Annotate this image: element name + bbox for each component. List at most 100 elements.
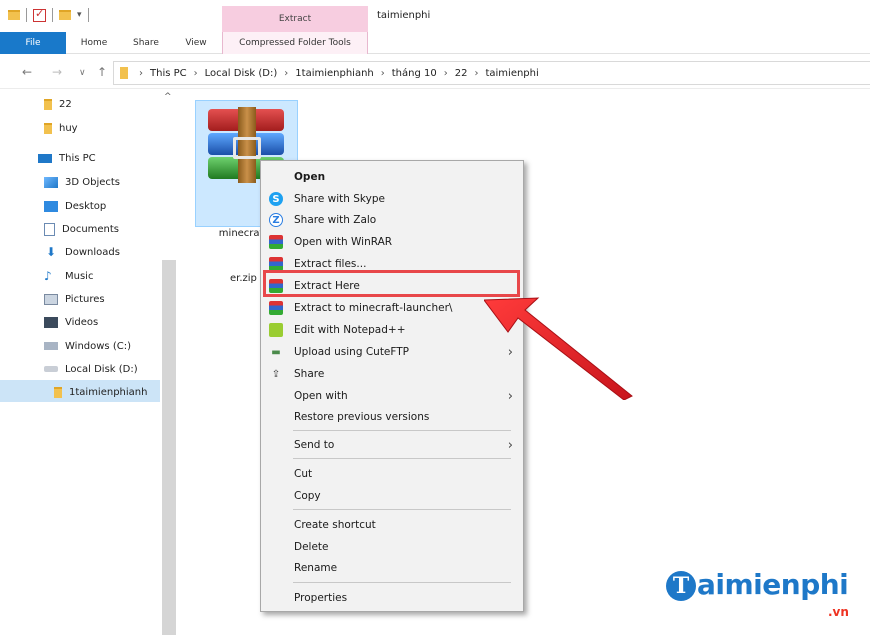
watermark-suffix: .vn	[828, 605, 849, 619]
nav-item-pictures[interactable]: Pictures	[44, 289, 105, 309]
menu-item-rename[interactable]: Rename	[261, 557, 523, 579]
properties-icon[interactable]	[33, 7, 46, 22]
breadcrumb-taimienphi[interactable]: taimienphi	[485, 68, 538, 79]
back-arrow-icon[interactable]: ←	[22, 65, 32, 79]
folder-icon	[44, 122, 52, 134]
nav-item-music[interactable]: ♪ Music	[44, 266, 93, 286]
menu-item-label: Restore previous versions	[294, 411, 430, 423]
new-folder-icon[interactable]	[59, 10, 71, 20]
menu-item-label: Copy	[294, 490, 321, 502]
scrollbar-track[interactable]	[162, 260, 176, 635]
red-pointer-arrow	[484, 297, 633, 400]
nav-item-videos[interactable]: Videos	[44, 312, 98, 332]
up-arrow-icon[interactable]: ↑	[97, 65, 107, 79]
recent-locations-chevron-icon[interactable]: ∨	[79, 68, 86, 78]
menu-item-share-with-skype[interactable]: S Share with Skype	[261, 188, 523, 210]
menu-item-label: Open with	[294, 390, 348, 402]
address-path-box[interactable]: › This PC › Local Disk (D:) › 1taimienph…	[113, 61, 870, 85]
nav-item-downloads[interactable]: ⬇ Downloads	[44, 242, 120, 262]
cuteftp-icon: ▬	[271, 346, 281, 358]
menu-item-cut[interactable]: Cut	[261, 463, 523, 485]
drive-icon	[44, 366, 58, 372]
computer-icon	[38, 153, 52, 163]
scroll-up-icon[interactable]: ^	[164, 92, 172, 102]
3d-objects-icon	[44, 176, 58, 188]
menu-item-label: Properties	[294, 592, 348, 604]
menu-item-delete[interactable]: Delete	[261, 536, 523, 558]
winrar-buckle	[233, 137, 261, 159]
zalo-icon: Z	[269, 213, 283, 227]
menu-item-properties[interactable]: Properties	[261, 587, 523, 609]
menu-item-label: Share with Skype	[294, 193, 385, 205]
menu-item-open[interactable]: Open	[261, 166, 523, 188]
videos-icon	[44, 316, 58, 328]
menu-item-label: Share with Zalo	[294, 214, 377, 226]
nav-item-3d-objects[interactable]: 3D Objects	[44, 172, 120, 192]
menu-divider	[293, 509, 511, 510]
customize-quick-access-icon[interactable]: ▾	[77, 10, 82, 20]
chevron-right-icon[interactable]: ›	[284, 68, 288, 79]
nav-item-windows-c[interactable]: Windows (C:)	[44, 336, 131, 356]
folder-icon[interactable]	[8, 10, 20, 20]
share-icon: ⇪	[271, 368, 281, 380]
nav-item-label: Desktop	[65, 200, 107, 212]
nav-item-22[interactable]: 22	[44, 94, 72, 114]
breadcrumb-22[interactable]: 22	[455, 68, 468, 79]
notepadpp-icon	[269, 323, 283, 337]
chevron-right-icon[interactable]: ›	[194, 68, 198, 79]
tab-view[interactable]: View	[178, 32, 214, 54]
menu-item-label: Cut	[294, 468, 313, 480]
nav-item-label: Windows (C:)	[65, 340, 131, 352]
breadcrumb-thang-10[interactable]: tháng 10	[392, 68, 437, 79]
nav-item-huy[interactable]: huy	[44, 118, 78, 138]
tab-share[interactable]: Share	[128, 32, 164, 54]
watermark-text: aimienphi	[697, 568, 849, 601]
menu-item-send-to[interactable]: Send to ›	[261, 434, 523, 456]
tab-home[interactable]: Home	[74, 32, 114, 54]
documents-icon	[44, 222, 55, 236]
download-arrow-icon: ⬇	[45, 244, 57, 259]
winrar-icon	[269, 257, 283, 271]
menu-item-open-with-winrar[interactable]: Open with WinRAR	[261, 231, 523, 253]
menu-item-label: Upload using CuteFTP	[294, 346, 409, 358]
menu-item-label: Extract files...	[294, 258, 367, 270]
chevron-right-icon[interactable]: ›	[139, 68, 143, 79]
folder-icon	[54, 386, 62, 398]
separator	[26, 8, 27, 22]
nav-item-local-disk-d[interactable]: Local Disk (D:)	[44, 359, 138, 379]
winrar-icon	[269, 301, 283, 315]
winrar-icon	[269, 235, 283, 249]
nav-item-documents[interactable]: Documents	[44, 219, 119, 239]
menu-item-restore-previous-versions[interactable]: Restore previous versions	[261, 406, 523, 428]
chevron-right-icon[interactable]: ›	[474, 68, 478, 79]
nav-item-label: Local Disk (D:)	[65, 363, 138, 375]
chevron-right-icon[interactable]: ›	[381, 68, 385, 79]
chevron-right-icon: ›	[507, 437, 513, 453]
menu-item-create-shortcut[interactable]: Create shortcut	[261, 514, 523, 536]
folder-icon	[120, 67, 128, 79]
nav-item-1taimienphianh[interactable]: 1taimienphianh	[54, 382, 147, 402]
desktop-icon	[44, 200, 58, 212]
menu-item-copy[interactable]: Copy	[261, 485, 523, 507]
breadcrumb-local-disk[interactable]: Local Disk (D:)	[205, 68, 278, 79]
music-note-icon: ♪	[44, 268, 52, 283]
chevron-right-icon[interactable]: ›	[444, 68, 448, 79]
nav-item-this-pc[interactable]: This PC	[38, 148, 96, 168]
nav-item-label: Documents	[62, 223, 120, 235]
tab-compressed-folder-tools[interactable]: Compressed Folder Tools	[222, 32, 368, 54]
forward-arrow-icon[interactable]: →	[52, 65, 62, 79]
nav-item-desktop[interactable]: Desktop	[44, 196, 106, 216]
menu-item-share-with-zalo[interactable]: Z Share with Zalo	[261, 209, 523, 231]
quick-access-toolbar: ▾	[8, 7, 95, 22]
nav-item-label: This PC	[59, 152, 96, 164]
menu-item-label: Share	[294, 368, 325, 380]
tab-file[interactable]: File	[0, 32, 66, 54]
menu-divider	[293, 458, 511, 459]
windows-drive-icon	[44, 342, 58, 350]
breadcrumb-this-pc[interactable]: This PC	[150, 68, 187, 79]
pictures-icon	[44, 293, 58, 305]
separator	[87, 8, 89, 22]
menu-item-label: Delete	[294, 541, 329, 553]
breadcrumb-1taimienphianh[interactable]: 1taimienphianh	[295, 68, 373, 79]
watermark-logo-icon: T	[666, 571, 696, 601]
